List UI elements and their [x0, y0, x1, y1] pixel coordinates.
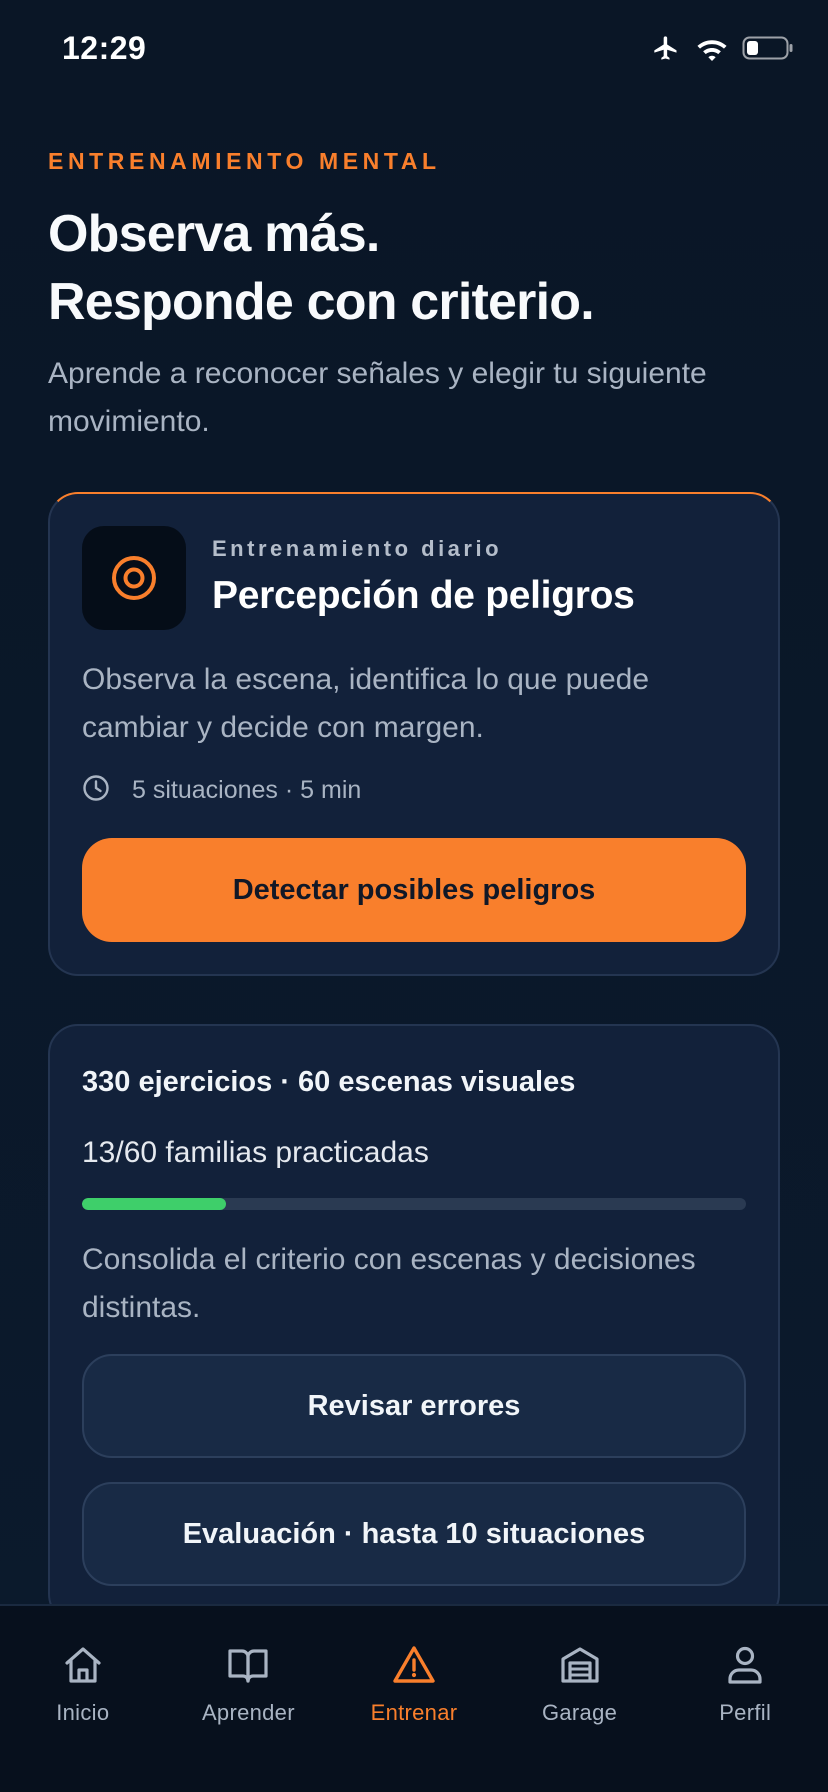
nav-item-entrenar[interactable]: Entrenar — [331, 1606, 497, 1792]
screen: 12:29 ENTRENAMIENTO MENTAL Observa más. … — [0, 0, 828, 1792]
status-bar: 12:29 — [0, 0, 828, 100]
nav-label-inicio: Inicio — [56, 1700, 110, 1725]
daily-title: Percepción de peligros — [212, 574, 635, 617]
exercise-stats: 330 ejercicios · 60 escenas visuales — [82, 1066, 576, 1098]
progress-description: Consolida el criterio con escenas y deci… — [82, 1243, 696, 1324]
wifi-icon — [696, 35, 728, 61]
nav-label-aprender: Aprender — [201, 1700, 295, 1725]
page-subtitle: Aprende a reconocer señales y elegir tu … — [48, 357, 707, 438]
progress-fill — [82, 1198, 227, 1210]
progress-card: 330 ejercicios · 60 escenas visuales 13/… — [48, 1024, 780, 1624]
nav-item-perfil[interactable]: Perfil — [662, 1606, 828, 1792]
page-headline: Observa más. Responde con criterio. — [48, 200, 788, 336]
airplane-icon — [650, 34, 682, 62]
nav-item-inicio[interactable]: Inicio — [0, 1606, 166, 1792]
daily-kicker: Entrenamiento diario — [212, 536, 503, 561]
status-time: 12:29 — [62, 30, 147, 66]
evaluation-button[interactable]: Evaluación · hasta 10 situaciones — [82, 1482, 746, 1586]
daily-meta: 5 situaciones · 5 min — [82, 774, 361, 807]
headline-line-2: Responde con criterio. — [48, 273, 595, 331]
headline-line-1: Observa más. — [48, 205, 380, 263]
daily-training-card: Entrenamiento diario Percepción de pelig… — [48, 492, 780, 976]
bottom-nav: Inicio Aprender Entrenar Garage Perfil — [0, 1604, 828, 1792]
review-errors-button[interactable]: Revisar errores — [82, 1354, 746, 1458]
book-icon — [223, 1640, 273, 1690]
nav-item-garage[interactable]: Garage — [497, 1606, 663, 1792]
nav-item-aprender[interactable]: Aprender — [166, 1606, 332, 1792]
nav-label-garage: Garage — [541, 1700, 618, 1725]
daily-description: Observa la escena, identifica lo que pue… — [82, 663, 650, 744]
section-eyebrow: ENTRENAMIENTO MENTAL — [48, 148, 441, 174]
home-icon — [58, 1640, 108, 1690]
status-icons — [650, 34, 794, 62]
garage-icon — [555, 1640, 605, 1690]
nav-label-entrenar: Entrenar — [370, 1700, 458, 1725]
clock-icon — [82, 774, 110, 807]
progress-bar — [82, 1198, 746, 1210]
user-icon — [720, 1640, 770, 1690]
nav-label-perfil: Perfil — [719, 1700, 772, 1725]
target-icon — [82, 526, 186, 630]
detect-hazards-button[interactable]: Detectar posibles peligros — [82, 838, 746, 942]
daily-meta-text: 5 situaciones · 5 min — [132, 776, 362, 804]
warning-triangle-icon — [389, 1640, 439, 1690]
families-practiced: 13/60 familias practicadas — [82, 1136, 429, 1169]
battery-icon — [742, 35, 794, 61]
